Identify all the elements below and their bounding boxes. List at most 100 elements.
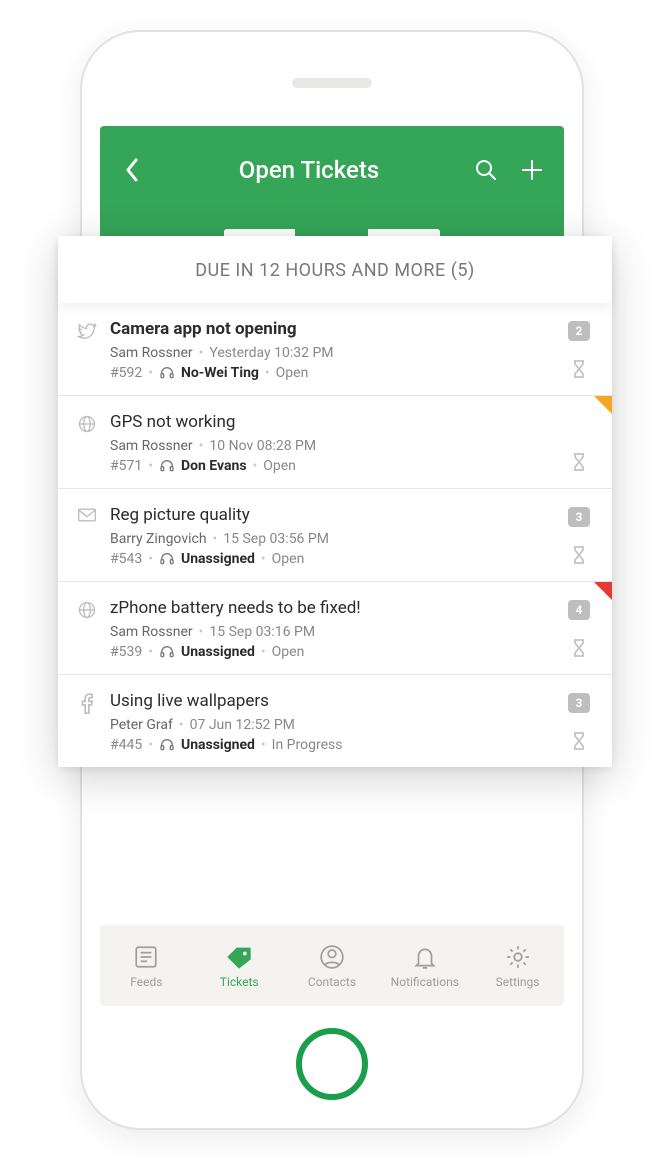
ticket-timestamp: 15 Sep 03:56 PM <box>223 531 329 547</box>
ticket-id: #571 <box>110 458 142 474</box>
facebook-icon <box>76 691 98 753</box>
ticket-requester-line: Sam Rossner•Yesterday 10:32 PM <box>110 345 552 361</box>
ticket-title: Using live wallpapers <box>110 691 552 711</box>
bottom-nav: Feeds Tickets Contacts Notifications <box>100 926 564 1006</box>
ticket-requester-line: Peter Graf•07 Jun 12:52 PM <box>110 717 552 733</box>
headset-icon <box>159 365 175 381</box>
ticket-meta-line: #539•Unassigned•Open <box>110 644 552 660</box>
tab-label: Settings <box>496 975 540 989</box>
tab-settings[interactable]: Settings <box>478 943 558 989</box>
chevron-left-icon <box>123 156 141 184</box>
requester-name: Peter Graf <box>110 717 173 733</box>
contacts-icon <box>318 943 346 971</box>
requester-name: Sam Rossner <box>110 438 193 454</box>
agent-name: Unassigned <box>181 644 255 660</box>
ticket-row[interactable]: Camera app not opening Sam Rossner•Yester… <box>58 303 612 396</box>
tab-notifications[interactable]: Notifications <box>385 943 465 989</box>
ticket-status: In Progress <box>272 737 343 753</box>
hourglass-icon <box>571 731 587 751</box>
ticket-row[interactable]: Using live wallpapers Peter Graf•07 Jun 1… <box>58 675 612 767</box>
home-button[interactable] <box>296 1028 368 1100</box>
feeds-icon <box>132 943 160 971</box>
ticket-requester-line: Barry Zingovich•15 Sep 03:56 PM <box>110 531 552 547</box>
tab-feeds[interactable]: Feeds <box>106 943 186 989</box>
tab-label: Contacts <box>308 975 356 989</box>
ticket-body: Reg picture quality Barry Zingovich•15 Se… <box>110 505 552 567</box>
ticket-title: Camera app not opening <box>110 319 552 339</box>
add-button[interactable] <box>518 156 546 184</box>
ticket-list: Camera app not opening Sam Rossner•Yester… <box>58 303 612 767</box>
headset-icon <box>159 458 175 474</box>
ticket-meta-line: #445•Unassigned•In Progress <box>110 737 552 753</box>
phone-speaker <box>292 78 372 88</box>
page-title: Open Tickets <box>146 156 472 184</box>
headset-icon <box>159 737 175 753</box>
ticket-title: Reg picture quality <box>110 505 552 525</box>
hourglass-icon <box>571 359 587 379</box>
ticket-status: Open <box>272 644 305 660</box>
ticket-status: Open <box>272 551 305 567</box>
back-button[interactable] <box>118 156 146 184</box>
tab-tickets[interactable]: Tickets <box>199 943 279 989</box>
priority-flag <box>594 396 612 414</box>
search-button[interactable] <box>472 156 500 184</box>
ticket-right-col <box>564 412 594 474</box>
ticket-title: zPhone battery needs to be fixed! <box>110 598 552 618</box>
ticket-meta-line: #592•No-Wei Ting•Open <box>110 365 552 381</box>
ticket-timestamp: 10 Nov 08:28 PM <box>209 438 316 454</box>
app-header: Open Tickets <box>100 126 564 214</box>
ticket-body: Camera app not opening Sam Rossner•Yester… <box>110 319 552 381</box>
thread-count-badge: 4 <box>568 600 590 620</box>
ticket-right-col: 4 <box>564 598 594 660</box>
hourglass-icon <box>571 545 587 565</box>
thread-count-badge: 3 <box>568 507 590 527</box>
requester-name: Barry Zingovich <box>110 531 207 547</box>
ticket-right-col: 2 <box>564 319 594 381</box>
hourglass-icon <box>571 452 587 472</box>
ticket-meta-line: #571•Don Evans•Open <box>110 458 552 474</box>
ticket-title: GPS not working <box>110 412 552 432</box>
ticket-timestamp: 07 Jun 12:52 PM <box>190 717 295 733</box>
ticket-timestamp: 15 Sep 03:16 PM <box>209 624 315 640</box>
tab-contacts[interactable]: Contacts <box>292 943 372 989</box>
ticket-requester-line: Sam Rossner•10 Nov 08:28 PM <box>110 438 552 454</box>
ticket-status: Open <box>276 365 309 381</box>
agent-name: Don Evans <box>181 458 247 474</box>
tab-label: Notifications <box>391 975 459 989</box>
ticket-body: GPS not working Sam Rossner•10 Nov 08:28 … <box>110 412 552 474</box>
gear-icon <box>504 943 532 971</box>
search-icon <box>474 158 498 182</box>
agent-name: Unassigned <box>181 551 255 567</box>
web-icon <box>76 412 98 474</box>
ticket-id: #592 <box>110 365 142 381</box>
ticket-id: #445 <box>110 737 142 753</box>
ticket-timestamp: Yesterday 10:32 PM <box>209 345 333 361</box>
section-header: DUE IN 12 HOURS AND MORE (5) <box>58 236 612 303</box>
tickets-icon <box>225 943 253 971</box>
priority-flag <box>594 582 612 600</box>
ticket-body: zPhone battery needs to be fixed! Sam Ros… <box>110 598 552 660</box>
ticket-row[interactable]: GPS not working Sam Rossner•10 Nov 08:28 … <box>58 396 612 489</box>
bell-icon <box>411 943 439 971</box>
plus-icon <box>520 158 544 182</box>
ticket-right-col: 3 <box>564 691 594 753</box>
ticket-right-col: 3 <box>564 505 594 567</box>
headset-icon <box>159 644 175 660</box>
agent-name: No-Wei Ting <box>181 365 259 381</box>
thread-count-badge: 3 <box>568 693 590 713</box>
ticket-row[interactable]: Reg picture quality Barry Zingovich•15 Se… <box>58 489 612 582</box>
agent-name: Unassigned <box>181 737 255 753</box>
requester-name: Sam Rossner <box>110 345 193 361</box>
ticket-id: #543 <box>110 551 142 567</box>
ticket-status: Open <box>263 458 296 474</box>
ticket-list-overlay: DUE IN 12 HOURS AND MORE (5) Camera app … <box>58 236 612 767</box>
ticket-row[interactable]: zPhone battery needs to be fixed! Sam Ros… <box>58 582 612 675</box>
email-icon <box>76 505 98 567</box>
ticket-meta-line: #543•Unassigned•Open <box>110 551 552 567</box>
tab-label: Tickets <box>220 975 259 989</box>
ticket-requester-line: Sam Rossner•15 Sep 03:16 PM <box>110 624 552 640</box>
hourglass-icon <box>571 638 587 658</box>
web-icon <box>76 598 98 660</box>
thread-count-badge: 2 <box>568 321 590 341</box>
tab-label: Feeds <box>130 975 162 989</box>
